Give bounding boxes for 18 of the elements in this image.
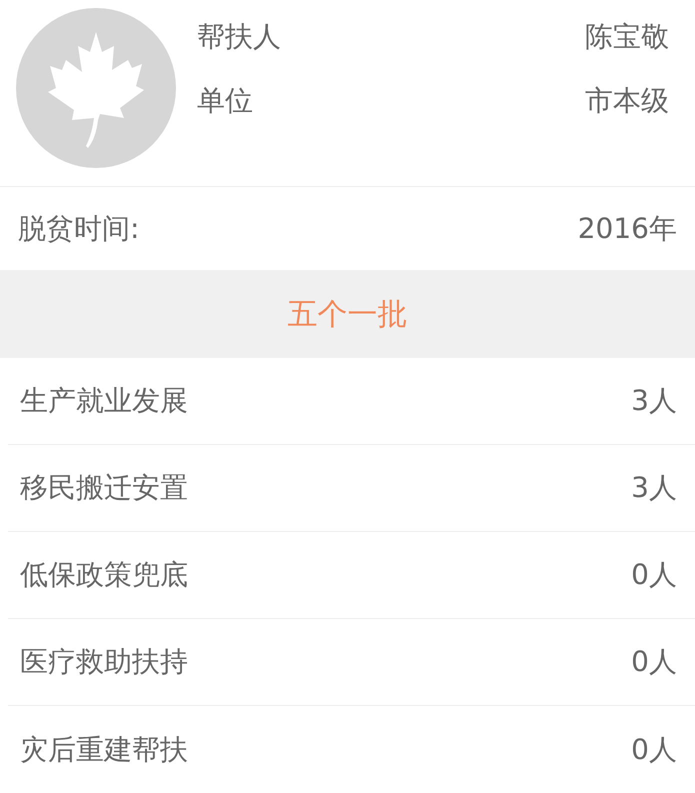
- row-value: 0人: [631, 557, 677, 593]
- field-label: 帮扶人: [197, 20, 281, 54]
- field-label: 单位: [197, 84, 253, 118]
- row-label: 移民搬迁安置: [20, 470, 188, 506]
- row-label: 低保政策兜底: [20, 557, 188, 593]
- row-label: 生产就业发展: [20, 383, 188, 419]
- exit-time-label: 脱贫时间:: [18, 210, 140, 246]
- row-value: 3人: [631, 383, 677, 419]
- field-value: 陈宝敬: [585, 20, 669, 54]
- row-value: 0人: [631, 732, 677, 768]
- row-label: 医疗救助扶持: [20, 644, 188, 680]
- field-value: 市本级: [585, 84, 669, 118]
- row-label: 灾后重建帮扶: [20, 732, 188, 768]
- avatar-leaf-icon: [16, 8, 176, 168]
- row-value: 3人: [631, 470, 677, 506]
- exit-time-value: 2016年: [578, 210, 677, 246]
- section-header: 五个一批: [0, 270, 695, 358]
- row-value: 0人: [631, 644, 677, 680]
